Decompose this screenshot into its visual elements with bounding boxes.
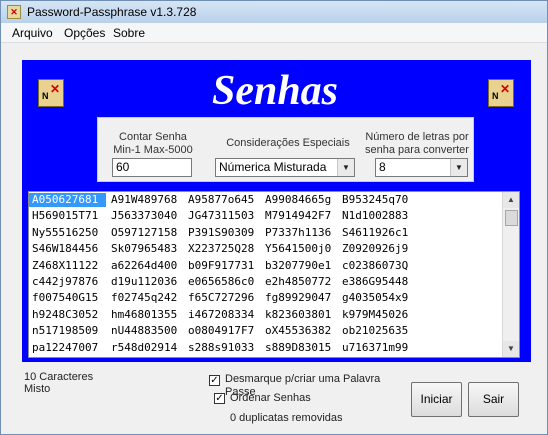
password-item[interactable]: Sk07965483: [108, 242, 185, 256]
duplicates-text: 0 duplicatas removidas: [230, 412, 343, 424]
count-label-line1: Contar Senha: [119, 131, 187, 143]
page-title: Senhas: [211, 68, 339, 114]
vertical-scrollbar[interactable]: ▲ ▼: [502, 192, 519, 357]
password-list[interactable]: A050627681 A91W489768 A95877o645 A99084665g…: [28, 191, 520, 358]
password-item[interactable]: b3207790e1: [262, 259, 339, 273]
password-item[interactable]: e386G95448: [339, 275, 416, 289]
password-item[interactable]: A95877o645: [185, 193, 262, 207]
letters-select[interactable]: 8 ▼: [375, 158, 468, 177]
password-item[interactable]: fg89929047: [262, 291, 339, 305]
password-item[interactable]: i467208334: [185, 308, 262, 322]
special-select-value: Númerica Misturada: [219, 160, 327, 174]
password-item[interactable]: b09F917731: [185, 259, 262, 273]
wordpass-checkbox[interactable]: ✓: [209, 375, 220, 386]
app-icon: ✕: [7, 5, 21, 19]
letters-label-line1: Número de letras por: [365, 131, 469, 143]
wordpass-label-line1: Desmarque p/criar uma Palavra: [225, 373, 381, 385]
window-title: Password-Passphrase v1.3.728: [27, 5, 197, 19]
password-item[interactable]: c442j97876: [29, 275, 106, 289]
password-item[interactable]: e2h4850772: [262, 275, 339, 289]
password-item[interactable]: a62264d400: [108, 259, 185, 273]
menu-opcoes[interactable]: Opções: [64, 26, 105, 40]
letters-label: Número de letras por senha para converte…: [363, 131, 471, 157]
password-item[interactable]: H569015T71: [29, 209, 106, 223]
chevron-down-icon[interactable]: ▼: [450, 159, 467, 176]
password-item[interactable]: S4611926c1: [339, 226, 416, 240]
password-item[interactable]: f02745q242: [108, 291, 185, 305]
sort-checkbox-label: Ordenar Senhas: [230, 392, 311, 404]
sort-checkbox[interactable]: ✓: [214, 393, 225, 404]
password-item[interactable]: r548d02914: [108, 341, 185, 355]
scroll-down-icon[interactable]: ▼: [503, 341, 519, 357]
password-item[interactable]: f007540G15: [29, 291, 106, 305]
password-item[interactable]: d19u112036: [108, 275, 185, 289]
password-item[interactable]: JG47311503: [185, 209, 262, 223]
start-button[interactable]: Iniciar: [411, 382, 462, 417]
letters-label-line2: senha para converter: [365, 144, 469, 156]
password-item[interactable]: ob21025635: [339, 324, 416, 338]
password-item[interactable]: A91W489768: [108, 193, 185, 207]
password-item[interactable]: e0656586c0: [185, 275, 262, 289]
password-item[interactable]: f65C727296: [185, 291, 262, 305]
app-window: ✕ Password-Passphrase v1.3.728 Arquivo O…: [0, 0, 548, 435]
mode-text: Misto: [24, 383, 51, 395]
count-input[interactable]: 60: [112, 158, 192, 177]
password-item[interactable]: Z468X11122: [29, 259, 106, 273]
scroll-up-icon[interactable]: ▲: [503, 192, 519, 208]
scroll-thumb[interactable]: [505, 210, 518, 226]
password-item[interactable]: B953245q70: [339, 193, 416, 207]
password-item[interactable]: hm46801355: [108, 308, 185, 322]
menu-bar: Arquivo Opções Sobre: [1, 23, 547, 43]
password-item[interactable]: g4035054x9: [339, 291, 416, 305]
password-item[interactable]: k979M45026: [339, 308, 416, 322]
password-item[interactable]: n517198509: [29, 324, 106, 338]
menu-sobre[interactable]: Sobre: [113, 26, 145, 40]
password-item[interactable]: oX45536382: [262, 324, 339, 338]
password-item[interactable]: J563373040: [108, 209, 185, 223]
title-bar: ✕ Password-Passphrase v1.3.728: [1, 1, 547, 23]
password-item[interactable]: u716371m99: [339, 341, 416, 355]
password-item[interactable]: nU44883500: [108, 324, 185, 338]
menu-arquivo[interactable]: Arquivo: [12, 26, 53, 40]
password-item[interactable]: h9248C3052: [29, 308, 106, 322]
password-item[interactable]: s288s91033: [185, 341, 262, 355]
password-item[interactable]: M7914942F7: [262, 209, 339, 223]
password-item[interactable]: Ny55516250: [29, 226, 106, 240]
password-item[interactable]: P7337h1136: [262, 226, 339, 240]
password-item[interactable]: c02386073Q: [339, 259, 416, 273]
special-label: Considerações Especiais: [226, 137, 350, 149]
password-item[interactable]: S46W184456: [29, 242, 106, 256]
password-item[interactable]: N1d1002883: [339, 209, 416, 223]
password-item[interactable]: A050627681: [29, 193, 106, 207]
letters-select-value: 8: [379, 160, 386, 174]
password-item[interactable]: Z0920926j9: [339, 242, 416, 256]
chevron-down-icon[interactable]: ▼: [337, 159, 354, 176]
password-item[interactable]: Y5641500j0: [262, 242, 339, 256]
password-item[interactable]: A99084665g: [262, 193, 339, 207]
password-item[interactable]: P391S90309: [185, 226, 262, 240]
count-label-line2: Min-1 Max-5000: [113, 144, 193, 156]
password-item[interactable]: O597127158: [108, 226, 185, 240]
special-select[interactable]: Númerica Misturada ▼: [215, 158, 355, 177]
count-label: Contar Senha Min-1 Max-5000: [104, 131, 202, 157]
password-item[interactable]: pa12247007: [29, 341, 106, 355]
options-box: Contar Senha Min-1 Max-5000 60 Considera…: [97, 117, 474, 182]
exit-button[interactable]: Sair: [468, 382, 519, 417]
password-item[interactable]: o0804917F7: [185, 324, 262, 338]
password-item[interactable]: s889D83015: [262, 341, 339, 355]
password-item[interactable]: k823603801: [262, 308, 339, 322]
password-item[interactable]: X223725Q28: [185, 242, 262, 256]
